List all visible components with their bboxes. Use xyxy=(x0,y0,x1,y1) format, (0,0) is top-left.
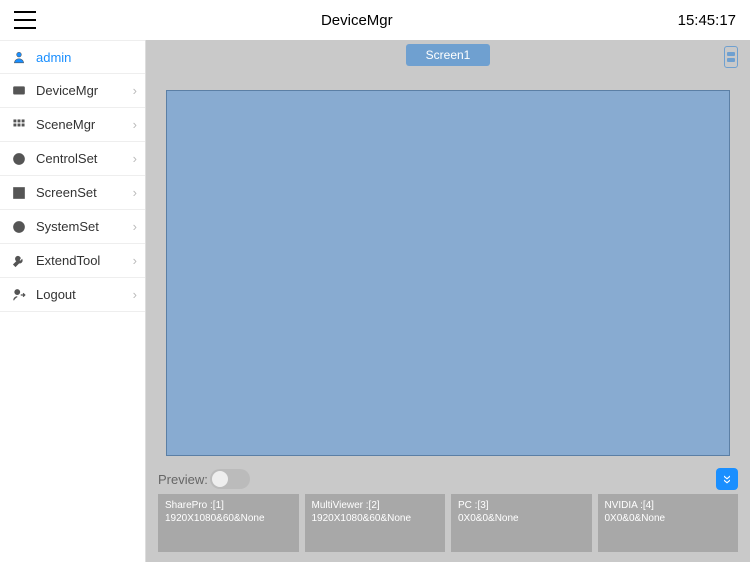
sidebar: admin DeviceMgr › SceneMgr › CentrolSet … xyxy=(0,40,146,562)
wrench-icon xyxy=(10,254,28,268)
sidebar-item-devicemgr[interactable]: DeviceMgr › xyxy=(0,74,145,108)
grid-icon xyxy=(10,118,28,132)
power-icon xyxy=(10,152,28,166)
chevron-right-icon: › xyxy=(133,185,137,200)
bottom-panel: Preview: SharePro :[1] 1920X1080&60&None… xyxy=(146,464,750,562)
sidebar-item-label: SystemSet xyxy=(36,219,133,234)
chevron-right-icon: › xyxy=(133,253,137,268)
layout-icon xyxy=(10,186,28,200)
sidebar-user-label: admin xyxy=(36,50,137,65)
chevron-right-icon: › xyxy=(133,287,137,302)
sidebar-user[interactable]: admin xyxy=(0,40,145,74)
sidebar-item-scenemgr[interactable]: SceneMgr › xyxy=(0,108,145,142)
canvas-wrap xyxy=(146,70,750,464)
source-card[interactable]: NVIDIA :[4] 0X0&0&None xyxy=(598,494,739,552)
sidebar-item-label: ScreenSet xyxy=(36,185,133,200)
sidebar-item-extendtool[interactable]: ExtendTool › xyxy=(0,244,145,278)
preview-label: Preview: xyxy=(158,472,208,487)
source-card[interactable]: PC :[3] 0X0&0&None xyxy=(451,494,592,552)
sidebar-item-label: CentrolSet xyxy=(36,151,133,166)
app-title: DeviceMgr xyxy=(36,12,678,29)
chevron-right-icon: › xyxy=(133,83,137,98)
sidebar-item-label: SceneMgr xyxy=(36,117,133,132)
logout-icon xyxy=(10,288,28,302)
topbar: DeviceMgr 15:45:17 xyxy=(0,0,750,40)
sidebar-item-centrolset[interactable]: CentrolSet › xyxy=(0,142,145,176)
main-area: Screen1 Preview: SharePro :[1] 1920X1080… xyxy=(146,40,750,562)
source-title: NVIDIA :[4] xyxy=(605,499,732,512)
user-icon xyxy=(10,50,28,64)
tab-screen1[interactable]: Screen1 xyxy=(406,44,491,66)
source-title: PC :[3] xyxy=(458,499,585,512)
menu-icon[interactable] xyxy=(14,11,36,29)
source-title: SharePro :[1] xyxy=(165,499,292,512)
screen-canvas[interactable] xyxy=(166,90,730,456)
source-list: SharePro :[1] 1920X1080&60&None MultiVie… xyxy=(158,494,738,552)
sidebar-item-systemset[interactable]: SystemSet › xyxy=(0,210,145,244)
preview-row: Preview: xyxy=(158,468,738,490)
chevron-right-icon: › xyxy=(133,117,137,132)
sidebar-item-label: ExtendTool xyxy=(36,253,133,268)
source-title: MultiViewer :[2] xyxy=(312,499,439,512)
chevron-right-icon: › xyxy=(133,151,137,166)
chevron-right-icon: › xyxy=(133,219,137,234)
source-resolution: 1920X1080&60&None xyxy=(165,512,292,525)
sidebar-item-logout[interactable]: Logout › xyxy=(0,278,145,312)
source-card[interactable]: SharePro :[1] 1920X1080&60&None xyxy=(158,494,299,552)
sidebar-item-screenset[interactable]: ScreenSet › xyxy=(0,176,145,210)
clock: 15:45:17 xyxy=(678,12,736,29)
source-resolution: 0X0&0&None xyxy=(605,512,732,525)
remote-icon[interactable] xyxy=(724,46,738,68)
sidebar-item-label: DeviceMgr xyxy=(36,83,133,98)
preview-toggle[interactable] xyxy=(210,469,250,489)
monitor-icon xyxy=(10,84,28,98)
expand-button[interactable] xyxy=(716,468,738,490)
screen-tabbar: Screen1 xyxy=(146,40,750,70)
source-resolution: 1920X1080&60&None xyxy=(312,512,439,525)
source-resolution: 0X0&0&None xyxy=(458,512,585,525)
gear-icon xyxy=(10,220,28,234)
sidebar-item-label: Logout xyxy=(36,287,133,302)
source-card[interactable]: MultiViewer :[2] 1920X1080&60&None xyxy=(305,494,446,552)
